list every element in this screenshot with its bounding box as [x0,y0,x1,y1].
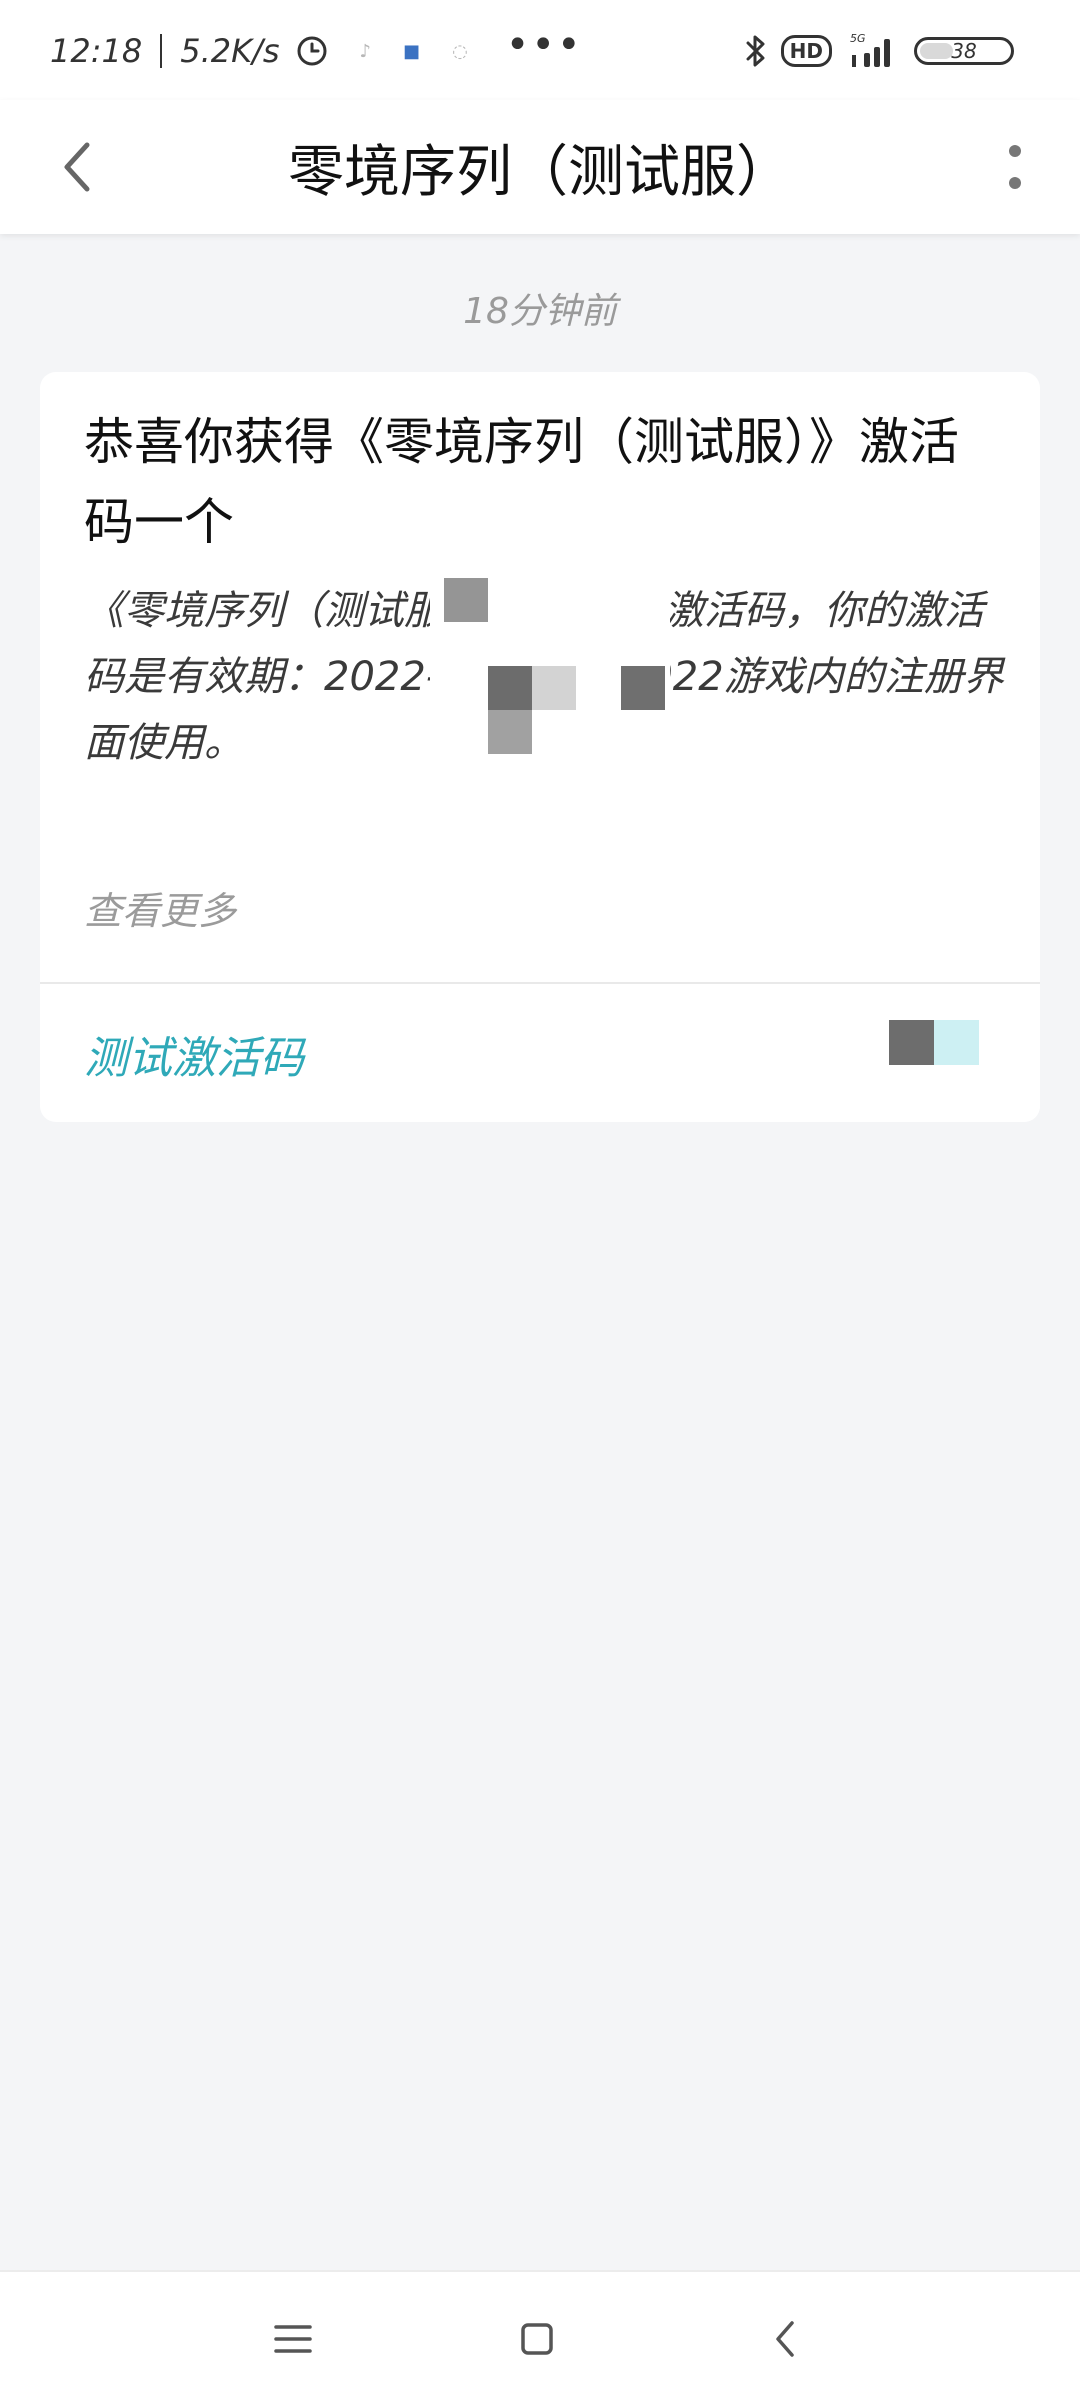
back-button[interactable] [40,130,114,204]
status-right-group: HD 5G 38 [745,28,1014,74]
battery-percent: 38 [951,39,977,63]
status-left-group: 12:18 5.2K/s ♪ ■ ◌ ••• [50,22,583,76]
network-type-label: 5G [850,32,866,45]
message-timestamp: 18分钟前 [463,291,617,332]
more-vertical-icon [1009,145,1021,189]
battery-indicator: 38 [914,37,1014,65]
bluetooth-icon [746,35,765,67]
redaction-whiteout [690,984,1040,1122]
redaction-mosaic [934,1020,979,1065]
status-time: 12:18 [50,32,143,70]
more-notifications-icon: ••• [505,22,583,68]
more-options-button[interactable] [980,130,1050,204]
alarm-clock-icon [297,36,327,66]
status-net-speed: 5.2K/s [180,32,280,70]
battery-fill [920,43,954,59]
card-divider [40,982,1040,984]
signal-strength-icon: 5G [850,32,890,67]
recent-apps-button[interactable] [256,2302,330,2376]
activation-code-link[interactable]: 测试激活码 [84,1022,304,1086]
message-card[interactable]: 恭喜你获得《零境序列（测试服）》激活码一个 《零境序列（测试服）》测试需要激活码… [40,372,1040,1122]
status-separator [160,34,163,68]
home-button[interactable] [500,2302,574,2376]
home-square-icon [521,2323,553,2355]
nav-back-icon [776,2321,794,2357]
status-bar: 12:18 5.2K/s ♪ ■ ◌ ••• HD 5G 38 [0,0,1080,100]
chevron-left-icon [64,142,90,192]
message-body: 《零境序列（测试服）》测试需要激活码，你的激活码是有效期：2022-08-15 … [84,588,1004,766]
message-title: 恭喜你获得《零境序列（测试服）》激活码一个 [84,413,959,551]
system-back-button[interactable] [748,2302,822,2376]
mail-notification-icon: ■ [403,40,421,62]
hd-voice-badge: HD [780,35,832,67]
app-notification-icon: ◌ [452,40,468,62]
redaction-mosaic [889,1020,934,1065]
view-more-link[interactable]: 查看更多 [84,880,236,935]
hamburger-menu-icon [274,2325,312,2353]
page-title: 零境序列（测试服） [288,139,792,205]
system-nav-bar [0,2270,1080,2402]
app-header: 零境序列（测试服） [0,100,1080,234]
music-app-notification-icon: ♪ [359,40,372,62]
